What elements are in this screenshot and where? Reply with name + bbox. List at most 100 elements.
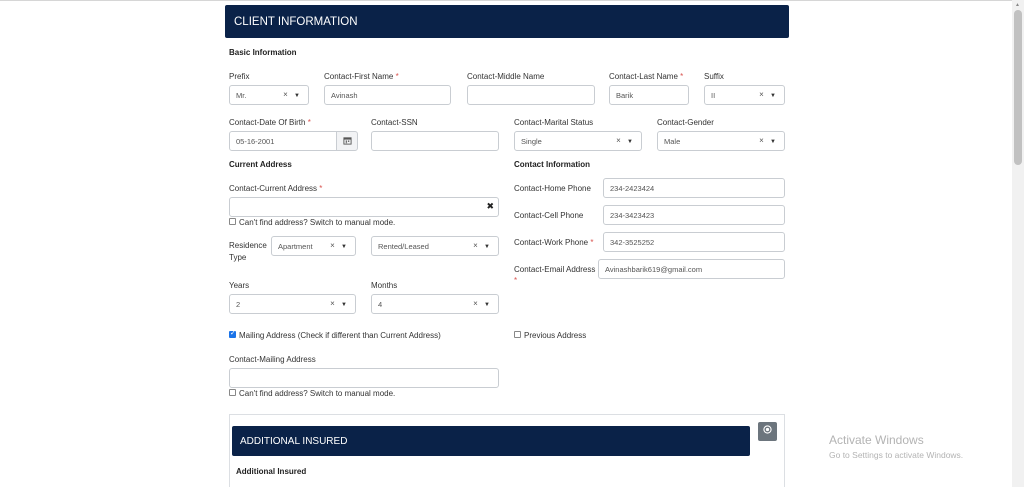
work-phone-label: Contact-Work Phone * bbox=[514, 238, 593, 247]
clear-icon[interactable]: × bbox=[283, 90, 290, 99]
clear-icon[interactable]: × bbox=[330, 241, 337, 250]
home-phone-label: Contact-Home Phone bbox=[514, 184, 591, 193]
clear-icon[interactable]: × bbox=[759, 90, 766, 99]
marital-status-select[interactable]: Single × ▼ bbox=[514, 131, 642, 151]
work-phone-label-text: Contact-Work Phone bbox=[514, 238, 589, 247]
page-title: CLIENT INFORMATION bbox=[234, 16, 358, 28]
first-name-label-text: Contact-First Name bbox=[324, 72, 394, 81]
chevron-down-icon[interactable]: ▼ bbox=[294, 93, 302, 99]
chevron-down-icon[interactable]: ▼ bbox=[341, 244, 349, 250]
required-mark: * bbox=[590, 238, 594, 247]
additional-insured-subtitle: Additional Insured bbox=[236, 467, 307, 476]
years-value: 2 bbox=[236, 300, 241, 309]
chevron-down-icon[interactable]: ▼ bbox=[770, 93, 778, 99]
home-phone-input[interactable]: 234-2423424 bbox=[603, 178, 785, 198]
residence-type-label-line1: Residence bbox=[229, 241, 267, 250]
calendar-icon[interactable] bbox=[336, 131, 358, 151]
chevron-down-icon[interactable]: ▼ bbox=[627, 139, 635, 145]
current-address-label-text: Contact-Current Address bbox=[229, 184, 318, 193]
middle-name-input[interactable] bbox=[467, 85, 595, 105]
clear-icon[interactable]: × bbox=[473, 241, 480, 250]
required-mark: * bbox=[319, 184, 323, 193]
page-scrollbar[interactable]: ▲ bbox=[1012, 0, 1024, 487]
ownership-select-controls: × ▼ bbox=[473, 241, 492, 250]
prefix-value: Mr. bbox=[236, 91, 247, 100]
chevron-down-icon[interactable]: ▼ bbox=[341, 302, 349, 308]
chevron-down-icon[interactable]: ▼ bbox=[484, 244, 492, 250]
chevron-down-icon[interactable]: ▼ bbox=[770, 139, 778, 145]
cell-phone-value: 234-3423423 bbox=[610, 211, 655, 220]
clear-icon[interactable]: × bbox=[330, 299, 337, 308]
prefix-select-controls: × ▼ bbox=[283, 90, 302, 99]
first-name-label: Contact-First Name * bbox=[324, 72, 399, 81]
client-information-header: CLIENT INFORMATION bbox=[225, 5, 789, 38]
years-label: Years bbox=[229, 281, 250, 290]
clear-icon[interactable]: × bbox=[616, 136, 623, 145]
last-name-label: Contact-Last Name * bbox=[609, 72, 683, 81]
email-label: Contact-Email Address bbox=[514, 265, 596, 274]
ownership-select[interactable]: Rented/Leased × ▼ bbox=[371, 236, 499, 256]
marital-status-value: Single bbox=[521, 137, 542, 146]
last-name-value: Barik bbox=[616, 91, 634, 100]
last-name-label-text: Contact-Last Name bbox=[609, 72, 678, 81]
mailing-address-input[interactable] bbox=[229, 368, 499, 388]
mailing-address-checkbox[interactable] bbox=[229, 329, 236, 338]
cell-phone-input[interactable]: 234-3423423 bbox=[603, 205, 785, 225]
residence-type-value: Apartment bbox=[278, 242, 313, 251]
mailing-address-check-label: Mailing Address (Check if different than… bbox=[239, 331, 441, 340]
circle-dot-icon bbox=[763, 425, 772, 436]
ssn-input[interactable] bbox=[371, 131, 499, 151]
manual-mode-label: Can't find address? Switch to manual mod… bbox=[239, 218, 396, 227]
residence-type-select-controls: × ▼ bbox=[330, 241, 349, 250]
email-value: Avinashbarik619@gmail.com bbox=[605, 265, 703, 274]
last-name-input[interactable]: Barik bbox=[609, 85, 689, 105]
prefix-label: Prefix bbox=[229, 72, 250, 81]
gender-select[interactable]: Male × ▼ bbox=[657, 131, 785, 151]
dob-label: Contact-Date Of Birth * bbox=[229, 118, 311, 127]
previous-address-checkbox[interactable] bbox=[514, 331, 521, 338]
clear-icon[interactable]: × bbox=[759, 136, 766, 145]
suffix-label: Suffix bbox=[704, 72, 724, 81]
months-label: Months bbox=[371, 281, 398, 290]
first-name-input[interactable]: Avinash bbox=[324, 85, 451, 105]
add-insured-button[interactable] bbox=[758, 422, 777, 441]
residence-type-select[interactable]: Apartment × ▼ bbox=[271, 236, 356, 256]
additional-insured-header: ADDITIONAL INSURED bbox=[232, 426, 750, 456]
gender-label: Contact-Gender bbox=[657, 118, 714, 127]
mailing-manual-mode-checkbox[interactable] bbox=[229, 389, 236, 396]
dob-value: 05-16-2001 bbox=[236, 137, 275, 146]
top-border bbox=[0, 0, 1024, 1]
chevron-down-icon[interactable]: ▼ bbox=[484, 302, 492, 308]
gender-value: Male bbox=[664, 137, 681, 146]
work-phone-input[interactable]: 342-3525252 bbox=[603, 232, 785, 252]
current-address-input[interactable]: ✖ bbox=[229, 197, 499, 217]
months-select[interactable]: 4 × ▼ bbox=[371, 294, 499, 314]
ownership-value: Rented/Leased bbox=[378, 242, 429, 251]
dob-label-text: Contact-Date Of Birth bbox=[229, 118, 306, 127]
gender-select-controls: × ▼ bbox=[759, 136, 778, 145]
cell-phone-label: Contact-Cell Phone bbox=[514, 211, 584, 220]
contact-information-heading: Contact Information bbox=[514, 160, 590, 169]
mailing-address-label: Contact-Mailing Address bbox=[229, 355, 316, 364]
email-input[interactable]: Avinashbarik619@gmail.com bbox=[598, 259, 785, 279]
marital-status-select-controls: × ▼ bbox=[616, 136, 635, 145]
scroll-up-icon[interactable]: ▲ bbox=[1015, 2, 1020, 8]
required-mark: * bbox=[680, 72, 684, 81]
clear-address-icon[interactable]: ✖ bbox=[486, 201, 494, 212]
manual-mode-checkbox[interactable] bbox=[229, 218, 236, 225]
scrollbar-thumb[interactable] bbox=[1014, 10, 1022, 165]
middle-name-label: Contact-Middle Name bbox=[467, 72, 545, 81]
suffix-select[interactable]: II × ▼ bbox=[704, 85, 785, 105]
dob-input[interactable]: 05-16-2001 bbox=[229, 131, 337, 151]
suffix-select-controls: × ▼ bbox=[759, 90, 778, 99]
years-select[interactable]: 2 × ▼ bbox=[229, 294, 356, 314]
suffix-value: II bbox=[711, 91, 716, 100]
clear-icon[interactable]: × bbox=[473, 299, 480, 308]
required-mark: * bbox=[307, 118, 311, 127]
basic-information-heading: Basic Information bbox=[229, 48, 297, 57]
prefix-select[interactable]: Mr. × ▼ bbox=[229, 85, 309, 105]
ssn-label: Contact-SSN bbox=[371, 118, 418, 127]
required-mark: * bbox=[395, 72, 399, 81]
home-phone-value: 234-2423424 bbox=[610, 184, 655, 193]
first-name-value: Avinash bbox=[331, 91, 358, 100]
